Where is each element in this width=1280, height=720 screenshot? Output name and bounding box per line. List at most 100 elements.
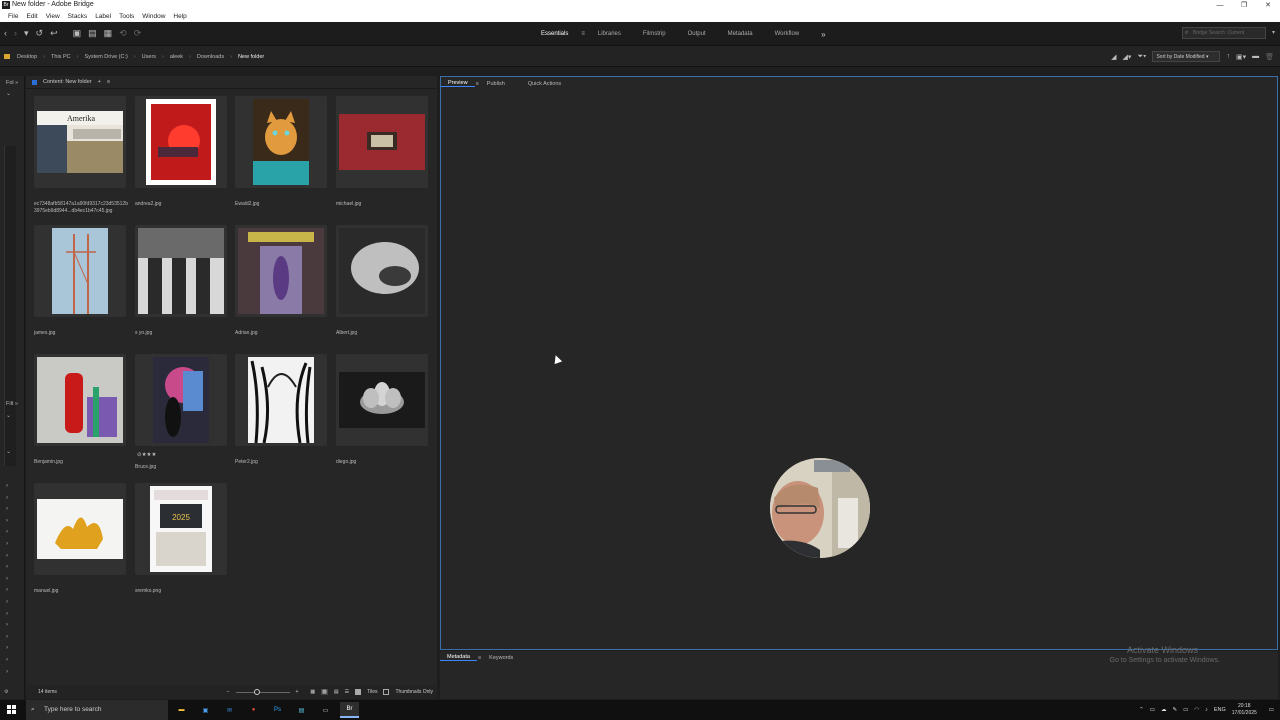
minimize-button[interactable]: — <box>1208 0 1232 11</box>
crumb-separator-icon[interactable]: › <box>159 54 167 60</box>
tiles-checkbox[interactable] <box>355 689 362 695</box>
thumbnail-tile[interactable] <box>34 225 126 317</box>
workspace-filmstrip[interactable]: Filmstrip <box>632 31 677 37</box>
workspace-menu-icon[interactable]: ≡ <box>579 31 587 37</box>
view-thumbnails-icon[interactable]: ▩ <box>321 689 328 695</box>
chevron-right-icon[interactable]: › <box>6 657 8 663</box>
expand-icon[interactable]: » <box>15 80 18 86</box>
camera-import-icon[interactable]: ▣ <box>73 28 82 39</box>
menu-window[interactable]: Window <box>138 11 169 22</box>
tab-preview[interactable]: Preview <box>441 80 475 87</box>
chevron-right-icon[interactable]: › <box>6 518 8 524</box>
terminal-icon[interactable]: ▭ <box>316 702 335 718</box>
crumb-separator-icon[interactable]: › <box>186 54 194 60</box>
chevron-right-icon[interactable]: › <box>6 587 8 593</box>
zoom-out-icon[interactable]: − <box>227 689 230 695</box>
rating-stars[interactable]: ⊘★★★ <box>137 452 156 458</box>
thumbnail-filename[interactable]: Benjamin.jpg <box>34 459 134 466</box>
chevron-right-icon[interactable]: › <box>6 553 8 559</box>
refine-icon[interactable]: ▤ <box>88 28 97 39</box>
tab-quick-actions[interactable]: Quick Actions <box>512 81 568 87</box>
onedrive-icon[interactable]: ☁ <box>1161 707 1167 713</box>
close-button[interactable]: ✕ <box>1256 0 1280 11</box>
thumbnail-size-slider[interactable] <box>235 688 290 695</box>
workspace-workflow[interactable]: Workflow <box>764 31 811 37</box>
chevron-right-icon[interactable]: › <box>6 529 8 535</box>
workspace-libraries[interactable]: Libraries <box>587 31 632 37</box>
windows-start-icon[interactable] <box>7 705 17 715</box>
thumbnail-filename[interactable]: manuel.jpg <box>34 588 134 595</box>
quality-icon[interactable]: ◢ <box>1111 53 1116 61</box>
crumb-aleek[interactable]: aleek <box>167 54 186 60</box>
thumbnail-tile[interactable] <box>34 354 126 446</box>
panel-menu-icon[interactable]: ≡ <box>107 79 110 85</box>
thumbnail-tile[interactable] <box>235 225 327 317</box>
menu-file[interactable]: File <box>4 11 22 22</box>
sort-ascending-icon[interactable]: ↑ <box>1226 53 1230 60</box>
bridge-search-input[interactable]: ⌕ Bridge Search: Current <box>1182 27 1266 39</box>
language-indicator[interactable]: ENG <box>1214 707 1226 713</box>
tab-publish[interactable]: Publish <box>480 81 512 87</box>
menu-view[interactable]: View <box>42 11 64 22</box>
crumb-system-drive[interactable]: System Drive (C:) <box>81 54 130 60</box>
filter-icon[interactable]: ⏷▾ <box>1137 53 1146 61</box>
thumbnail-tile[interactable]: Amerika <box>34 96 126 188</box>
notifications-icon[interactable]: ▭ <box>1269 707 1274 713</box>
crumb-separator-icon[interactable]: › <box>131 54 139 60</box>
delete-icon[interactable]: 🗑 <box>1265 53 1274 61</box>
expand-icon[interactable]: » <box>15 401 18 407</box>
mail-icon[interactable]: ✉ <box>220 702 239 718</box>
open-recent-icon[interactable]: ▦ <box>104 28 113 39</box>
thumbnail-filename[interactable]: james.jpg <box>34 330 134 337</box>
network-icon[interactable]: ▭ <box>1150 707 1155 713</box>
thumbnail-tile[interactable] <box>235 354 327 446</box>
notepad-icon[interactable]: ▤ <box>292 702 311 718</box>
thumbnail-filename[interactable]: diego.jpg <box>336 459 436 466</box>
taskbar-search-input[interactable]: ⌕ Type here to search <box>26 700 168 720</box>
chevron-right-icon[interactable]: › <box>6 495 8 501</box>
crumb-new-folder[interactable]: New folder <box>235 54 267 60</box>
crumb-downloads[interactable]: Downloads <box>194 54 227 60</box>
thumbnail-tile[interactable] <box>34 483 126 575</box>
thumbnail-filename[interactable]: Adrian.jpg <box>235 330 335 337</box>
thumbnail-filename[interactable]: michael.jpg <box>336 201 436 208</box>
folders-panel-tab[interactable]: Fol » <box>0 78 25 88</box>
thumbnail-tile[interactable] <box>235 96 327 188</box>
chevron-up-icon[interactable]: ⌃ <box>1139 707 1144 713</box>
thumbnail-filename[interactable]: Ewald2.jpg <box>235 201 335 208</box>
sort-select[interactable]: Sort by Date Modified ▾ <box>1152 51 1221 62</box>
file-explorer-icon[interactable]: ▬ <box>172 702 191 718</box>
volume-icon[interactable]: ♪ <box>1205 707 1208 713</box>
zoom-in-icon[interactable]: + <box>296 689 299 695</box>
thumbnail-tile[interactable]: 2025 <box>135 483 227 575</box>
chevron-down-icon[interactable]: ⌄ <box>6 90 11 97</box>
crumb-users[interactable]: Users <box>139 54 159 60</box>
view-list-icon[interactable]: ☰ <box>345 689 349 695</box>
workspace-essentials[interactable]: Essentials <box>530 31 579 37</box>
chevron-right-icon[interactable]: › <box>6 564 8 570</box>
thumbnail-filename[interactable]: andrea2.jpg <box>135 201 235 208</box>
recent-folders-icon[interactable]: ▾ <box>24 28 29 39</box>
thumbnail-tile[interactable] <box>135 354 227 446</box>
search-options-icon[interactable]: ▾ <box>1272 29 1275 36</box>
crumb-separator-icon[interactable]: › <box>40 54 48 60</box>
restore-button[interactable]: ❐ <box>1232 0 1256 11</box>
thumbnail-tile[interactable] <box>336 354 428 446</box>
clock[interactable]: 20:18 17/01/2025 <box>1232 703 1257 717</box>
chevron-right-icon[interactable]: › <box>6 599 8 605</box>
chevron-right-icon[interactable]: › <box>6 506 8 512</box>
menu-help[interactable]: Help <box>169 11 190 22</box>
settings-icon[interactable]: ⚙ <box>4 689 8 695</box>
tab-metadata[interactable]: Metadata <box>440 654 477 661</box>
crumb-desktop[interactable]: Desktop <box>14 54 40 60</box>
thumbnail-filename[interactable]: s yo.jpg <box>135 330 235 337</box>
display-icon[interactable]: ▭ <box>1183 707 1188 713</box>
pen-icon[interactable]: ✎ <box>1172 707 1177 713</box>
more-workspaces-icon[interactable]: » <box>810 30 836 39</box>
rotate-left-icon[interactable]: ⟲ <box>119 28 127 39</box>
workspace-output[interactable]: Output <box>677 31 717 37</box>
chevron-right-icon[interactable]: › <box>6 669 8 675</box>
thumbnail-filename[interactable]: sremko.png <box>135 588 235 595</box>
chevron-down-icon[interactable]: ⌄ <box>6 448 11 455</box>
new-folder-icon[interactable]: ▬ <box>1252 53 1259 60</box>
